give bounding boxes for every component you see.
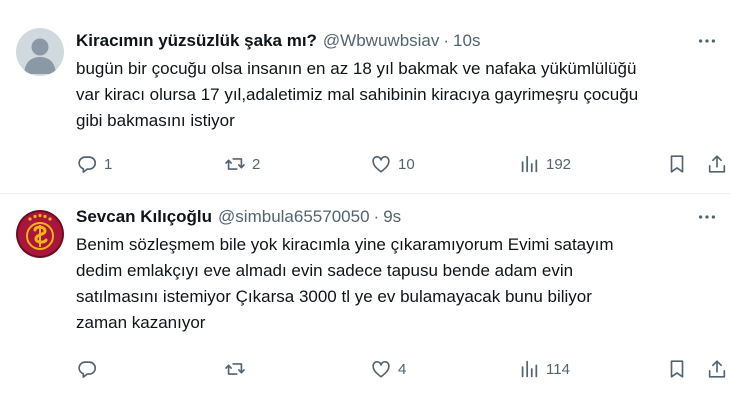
tweet[interactable]: Kiracımın yüzsüzlük şaka mı? @Wbwuwbsiav… — [0, 0, 730, 193]
tweet-feed: Kiracımın yüzsüzlük şaka mı? @Wbwuwbsiav… — [0, 0, 730, 420]
views-button[interactable]: 192 — [518, 151, 571, 177]
display-name[interactable]: Kiracımın yüzsüzlük şaka mı? — [76, 31, 317, 51]
more-dots-icon — [698, 39, 716, 43]
view-count: 114 — [546, 360, 570, 378]
tweet-text: Benim sözleşmem bile yok kiracımla yine … — [76, 232, 716, 336]
like-button[interactable]: 10 — [370, 151, 415, 177]
more-dots-icon — [698, 215, 716, 219]
retweet-count: 2 — [252, 155, 261, 173]
reply-icon — [78, 361, 97, 378]
timestamp[interactable]: 9s — [383, 207, 401, 227]
tweet-text-line: satılmasını istemiyor Çıkarsa 3000 tl ye… — [76, 287, 592, 306]
tweet-text-line: dedim emlakçıyı eve almadı evin sadece t… — [76, 261, 574, 280]
reply-icon — [78, 156, 97, 173]
retweet-icon — [225, 363, 245, 375]
tweet-text-line: Benim sözleşmem bile yok kiracımla yine … — [76, 235, 614, 254]
share-button[interactable] — [706, 356, 728, 382]
bookmark-button[interactable] — [666, 151, 688, 177]
tweet-actions: 1 2 10 192 — [76, 151, 730, 177]
heart-icon — [372, 156, 390, 173]
retweet-button[interactable] — [224, 356, 252, 382]
tweet-header: Kiracımın yüzsüzlük şaka mı? @Wbwuwbsiav… — [76, 30, 670, 52]
like-count: 10 — [398, 155, 415, 173]
view-count: 192 — [546, 155, 572, 173]
tweet-text-line: var kiracı olursa 17 yıl,adaletimiz mal … — [76, 85, 639, 104]
display-name[interactable]: Sevcan Kılıçoğlu — [76, 207, 212, 227]
retweet-button[interactable]: 2 — [224, 151, 260, 177]
reply-button[interactable] — [76, 356, 104, 382]
share-button[interactable] — [706, 151, 728, 177]
share-upload-icon — [708, 155, 726, 173]
tweet-actions: 4 114 — [76, 356, 730, 382]
timestamp[interactable]: 10s — [453, 31, 480, 51]
reply-count: 1 — [104, 155, 113, 173]
views-button[interactable]: 114 — [518, 356, 570, 382]
reply-button[interactable]: 1 — [76, 151, 112, 177]
retweet-icon — [225, 158, 245, 170]
separator-dot: · — [443, 31, 450, 50]
analytics-bars-icon — [521, 155, 538, 173]
analytics-bars-icon — [521, 360, 538, 378]
tweet-text: bugün bir çocuğu olsa insanın en az 18 y… — [76, 56, 716, 134]
tweet-text-line: gibi bakmasını istiyor — [76, 111, 235, 130]
bookmark-button[interactable] — [666, 356, 688, 382]
bookmark-icon — [670, 155, 684, 173]
tweet-text-line: zaman kazanıyor — [76, 313, 206, 332]
share-upload-icon — [708, 360, 726, 378]
tweet-text-line: bugün bir çocuğu olsa insanın en az 18 y… — [76, 59, 637, 78]
like-button[interactable]: 4 — [370, 356, 406, 382]
tweet[interactable]: Sevcan Kılıçoğlu @simbula65570050 · 9s B… — [0, 194, 730, 420]
separator-dot: · — [373, 207, 380, 226]
more-options-button[interactable] — [694, 206, 720, 228]
avatar[interactable] — [16, 28, 64, 76]
like-count: 4 — [398, 360, 407, 378]
user-handle[interactable]: @simbula65570050 — [218, 207, 369, 227]
more-options-button[interactable] — [694, 30, 720, 52]
bookmark-icon — [670, 360, 684, 378]
user-handle[interactable]: @Wbwuwbsiav — [323, 31, 439, 51]
default-profile-avatar-icon — [16, 28, 64, 76]
heart-icon — [372, 361, 390, 378]
avatar[interactable] — [16, 210, 64, 258]
tweet-header: Sevcan Kılıçoğlu @simbula65570050 · 9s — [76, 206, 670, 228]
galatasaray-crest-icon — [16, 210, 64, 258]
